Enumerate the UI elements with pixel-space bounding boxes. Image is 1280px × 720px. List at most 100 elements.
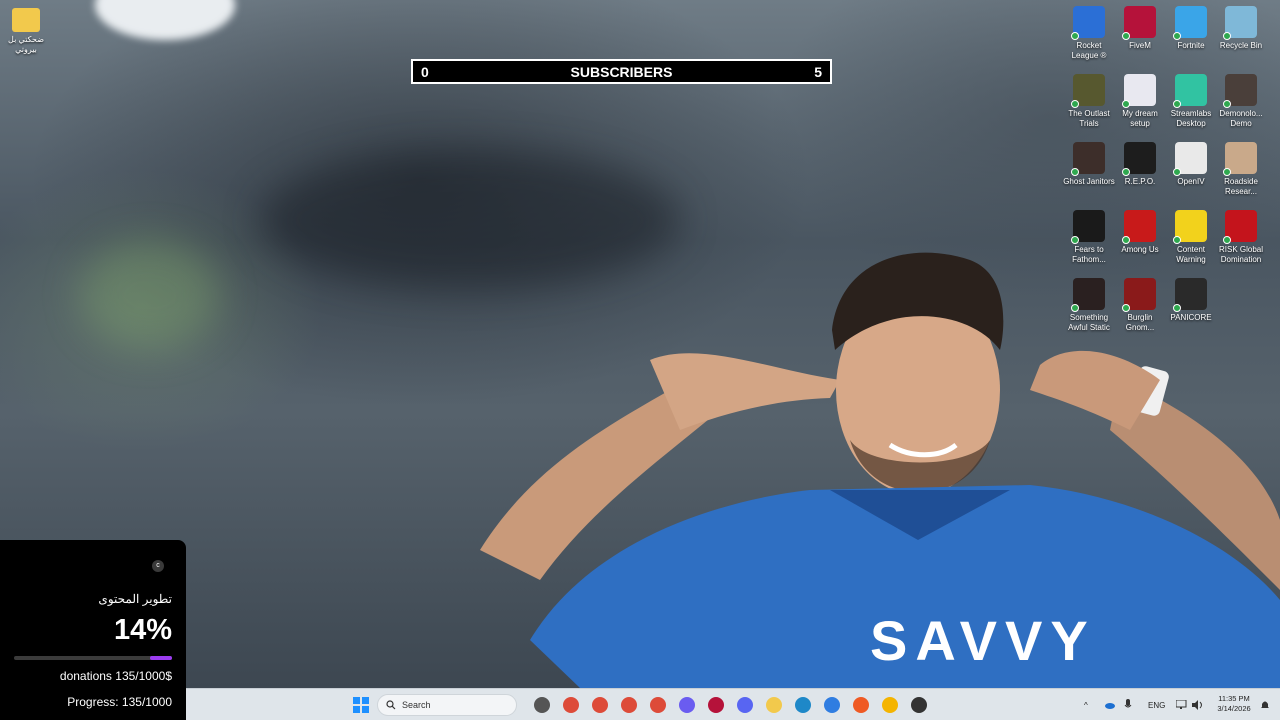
desktop-icon-label: OpenIV [1177,177,1205,186]
taskbar-brave[interactable] [850,694,872,716]
desktop-icon-label: Content Warning [1176,245,1206,264]
desktop-icon-rocket-league[interactable]: Rocket League ® [1063,6,1115,61]
sync-check-icon [1122,304,1130,312]
desktop-icon-label: Demonolo... Demo [1219,109,1263,128]
taskbar-steam-like[interactable] [908,694,930,716]
sync-check-icon [1071,304,1079,312]
subscriber-goal-bar: 0 SUBSCRIBERS 5 [411,59,832,84]
network-app-icon [911,697,927,713]
desktop-icon-demonologist[interactable]: Demonolo... Demo [1215,74,1267,129]
taskbar-chrome-2[interactable] [589,694,611,716]
roadside-research-icon [1223,142,1257,176]
onedrive-icon[interactable] [1104,689,1116,720]
sync-check-icon [1173,100,1181,108]
desktop-icon-openiv[interactable]: OpenIV [1165,142,1217,187]
copilot-icon [679,697,695,713]
chrome-icon [650,697,666,713]
donation-progress-fill [149,656,172,660]
desktop-icon-label: R.E.P.O. [1124,177,1156,186]
desktop-icon-outlast[interactable]: The Outlast Trials [1063,74,1115,129]
desktop-icon-among-us[interactable]: Among Us [1114,210,1166,255]
streamlabs-icon [1173,74,1207,108]
edge-icon [795,697,811,713]
chrome-icon [563,697,579,713]
taskbar-chrome-4[interactable] [647,694,669,716]
taskbar-file-explorer-small[interactable] [531,694,553,716]
taskbar-file-explorer[interactable] [763,694,785,716]
donation-goal-widget: c تطوير المحتوى 14% donations 135/1000$ [0,540,186,688]
sync-check-icon [1122,236,1130,244]
desktop-icon-content-warning[interactable]: Content Warning [1165,210,1217,265]
desktop-icon-panicore[interactable]: PANICORE [1165,278,1217,323]
sync-check-icon [1071,32,1079,40]
desktop-icon-label: Fears to Fathom... [1072,245,1106,264]
taskbar-clock[interactable]: 11:35 PM 3/14/2026 [1212,694,1256,714]
desktop-icon-label: Ghost Janitors [1063,177,1115,186]
desktop-icon-recycle-bin[interactable]: Recycle Bin [1215,6,1267,51]
donation-progress-bar [14,656,172,660]
taskbar-yellow-app[interactable] [879,694,901,716]
donation-percent: 14% [113,614,172,646]
tray-chevron-icon[interactable]: ^ [1084,689,1088,720]
desktop-icon-folder[interactable]: ضحكتي بل بيروتي [0,8,52,55]
donation-amount: donations 135/1000$ [59,669,172,683]
desktop-icon-burglin-gnomes[interactable]: Burglin Gnom... [1114,278,1166,333]
sync-check-icon [1223,32,1231,40]
notification-icon[interactable] [1260,689,1270,720]
subscriber-goal-count: 5 [814,63,822,80]
taskbar-copilot[interactable] [676,694,698,716]
start-button[interactable] [350,694,372,716]
outlast-icon [1071,74,1105,108]
desktop-icon-something-awful-static[interactable]: Something Awful Static [1063,278,1115,333]
player-left-hand [650,353,840,430]
store-icon [824,697,840,713]
desktop-icon-roadside-research[interactable]: Roadside Resear... [1215,142,1267,197]
desktop-icon-label: Roadside Resear... [1224,177,1258,196]
dream-setup-icon [1122,74,1156,108]
clock-date: 3/14/2026 [1217,704,1251,713]
demonologist-icon [1223,74,1257,108]
sync-check-icon [1223,236,1231,244]
desktop-icon-label: RISK Global Domination [1218,245,1264,264]
taskbar-edge[interactable] [792,694,814,716]
sync-check-icon [1122,100,1130,108]
desktop-icon-fears-to-fathom[interactable]: Fears to Fathom... [1063,210,1115,265]
task-view-icon [534,697,550,713]
desktop-icon-streamlabs[interactable]: Streamlabs Desktop [1165,74,1217,129]
desktop-icon-fivem[interactable]: FiveM [1114,6,1166,51]
desktop-icon-label: The Outlast Trials [1068,109,1110,128]
emoji-app-icon [882,697,898,713]
fortnite-icon [1173,6,1207,40]
desktop-icon-risk[interactable]: RISK Global Domination [1215,210,1267,265]
sync-check-icon [1071,236,1079,244]
volume-icon[interactable] [1192,689,1204,720]
desktop-icon-repo[interactable]: R.E.P.O. [1114,142,1166,187]
taskbar: Search ^ ENG 11:35 PM 3/14/2026 [186,688,1280,720]
fivem-icon [708,697,724,713]
fivem-icon [1122,6,1156,40]
desktop-icon-label: My dream setup [1122,109,1158,128]
taskbar-fivem[interactable] [705,694,727,716]
desktop-icon-dream-setup[interactable]: My dream setup [1114,74,1166,129]
desktop-icon-ghost-janitors[interactable]: Ghost Janitors [1063,142,1115,187]
taskbar-store[interactable] [821,694,843,716]
network-icon[interactable] [1176,689,1188,720]
folder-icon [766,697,782,713]
sync-check-icon [1122,32,1130,40]
desktop-icon-fortnite[interactable]: Fortnite [1165,6,1217,51]
taskbar-chrome-1[interactable] [560,694,582,716]
clock-time: 11:35 PM [1218,694,1250,703]
search-placeholder: Search [402,700,431,710]
microphone-icon[interactable] [1124,689,1132,720]
taskbar-discord[interactable] [734,694,756,716]
chrome-icon [592,697,608,713]
taskbar-chrome-3[interactable] [618,694,640,716]
taskbar-search[interactable]: Search [377,694,517,716]
sync-check-icon [1173,32,1181,40]
language-indicator[interactable]: ENG [1148,689,1165,720]
sync-check-icon [1223,100,1231,108]
donation-goal-title: تطوير المحتوى [98,592,172,606]
subscriber-title: SUBSCRIBERS [570,63,673,80]
openiv-icon [1173,142,1207,176]
desktop-icon-label: ضحكتي بل بيروتي [8,35,44,54]
